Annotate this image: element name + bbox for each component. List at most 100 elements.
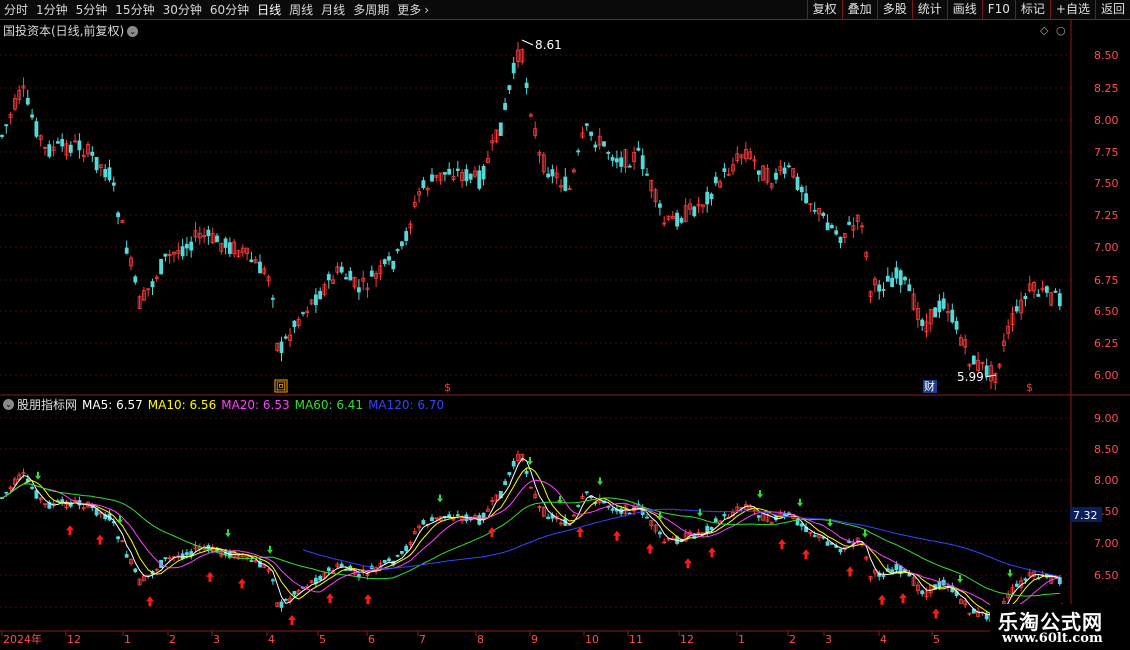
watermark-logo: 乐淘公式网 www.60lt.com [990,604,1130,650]
f10-button[interactable]: F10 [981,0,1015,20]
price-candle-body [1057,293,1062,307]
price-candle-body [455,168,460,171]
multi-stock-button[interactable]: 多股 [876,0,912,20]
price-candle-body [189,241,194,251]
diamond-icon[interactable]: ◇ [1040,24,1048,37]
indicator-candle-body [395,554,400,557]
price-candle-body [507,85,512,90]
tab-daily[interactable]: 日线 [253,0,285,20]
indicator-candle-body [1023,578,1028,581]
price-candle-body [313,294,318,306]
buy-arrow-icon [576,527,584,538]
review-marker[interactable]: 回 [276,381,286,393]
overlay-button[interactable]: 叠加 [841,0,877,20]
indicator-candle-body [799,523,804,527]
chevron-down-circle-icon[interactable]: ⌄ [3,399,14,410]
price-tick: 6.00 [1094,369,1119,382]
price-candle-body [619,157,624,167]
current-price-tag: 7.32 [1073,509,1098,522]
tab-weekly[interactable]: 周线 [285,0,317,20]
price-candle-body [348,270,353,281]
price-candle-body [576,150,581,153]
tab-5min[interactable]: 5分钟 [72,0,112,20]
signal-arrows [35,457,1066,625]
price-candle-body [94,157,99,171]
price-candle-body [292,320,297,328]
tab-30min[interactable]: 30分钟 [159,0,206,20]
price-candle-body [898,270,903,286]
price-candle-body [356,287,361,293]
price-candle-body [606,152,611,154]
draw-line-button[interactable]: 画线 [946,0,982,20]
add-watchlist-button[interactable]: +自选 [1049,0,1095,20]
indicator-candle-body [283,598,288,601]
time-label: 11 [629,633,643,646]
indicator-tick: 7.00 [1094,537,1119,550]
sell-arrow-icon [957,574,963,583]
tab-more-label: 更多 [397,3,422,17]
chevron-down-circle-icon[interactable]: ⌄ [127,26,139,37]
adjust-button[interactable]: 复权 [806,0,842,20]
price-markers: 回 $ 财 $ [274,379,1033,394]
price-candle-body [68,144,73,153]
buy-arrow-icon [802,549,810,560]
indicator-candle-body [326,567,331,572]
ma60-line [1,483,1060,597]
price-candle-body [442,171,447,175]
indicator-candle-body [34,490,39,499]
price-candle-body [404,231,409,241]
tab-monthly[interactable]: 月线 [317,0,349,20]
pane-close-icon[interactable]: ○ [1056,24,1066,37]
finance-marker[interactable]: 财 [924,379,935,393]
tab-15min[interactable]: 15分钟 [111,0,158,20]
price-candle-body [481,165,486,180]
dividend-marker-2[interactable]: $ [1026,381,1033,394]
indicator-name[interactable]: 股朋指标网 [17,396,77,413]
price-candle-body [615,158,619,163]
price-candle-body [782,167,787,174]
time-axis: 2024年 12 1 2 3 4 5 6 7 8 9 10 11 12 1 2 … [3,632,940,646]
back-button[interactable]: 返回 [1094,0,1130,20]
price-candle-body [318,290,323,300]
ma120-label: MA120: 6.70 [368,397,445,412]
price-candle-body [163,253,168,257]
price-candle-body [679,218,684,223]
price-candle-body [774,172,778,180]
price-tick: 7.50 [1094,177,1119,190]
tab-intraday[interactable]: 分时 [0,0,32,20]
buy-arrow-icon [146,596,154,607]
statistics-button[interactable]: 统计 [911,0,947,20]
tab-more[interactable]: 更多 › [393,0,433,20]
price-candle-body [283,336,288,339]
indicator-candle-body [713,518,718,523]
tab-60min[interactable]: 60分钟 [206,0,253,20]
buy-arrow-icon [932,608,940,619]
indicator-candle-body [399,551,404,554]
time-label: 7 [419,633,426,646]
tab-multi-period[interactable]: 多周期 [349,0,393,20]
price-candle-body [184,243,189,249]
price-candle-body [692,206,697,217]
price-candle-body [77,140,82,151]
price-candle-body [602,141,606,147]
chevron-right-icon: › [424,3,430,17]
price-candle-body [954,321,959,330]
price-candle-body [933,307,937,318]
mark-button[interactable]: 标记 [1014,0,1050,20]
price-candle-body [1023,295,1028,300]
chart-canvas[interactable]: 8.61 5.99 回 $ 财 $ 8.50 8.25 8.00 7.75 7.… [0,20,1130,650]
price-candle-body [326,274,331,281]
time-label: 2 [169,633,176,646]
indicator-candle-body [1014,583,1019,587]
indicator-candle-body [318,576,323,581]
tab-1min[interactable]: 1分钟 [32,0,72,20]
price-candle-body [369,270,374,277]
dividend-marker-1[interactable]: $ [444,381,451,394]
price-candle-body [270,297,275,300]
price-candle-body [344,277,348,280]
price-candle-body [47,144,52,157]
price-candle-body [941,298,946,309]
price-y-axis: 8.50 8.25 8.00 7.75 7.50 7.25 7.00 6.75 … [1094,49,1119,382]
buy-arrow-icon [66,525,74,536]
price-candle-body [180,246,185,257]
